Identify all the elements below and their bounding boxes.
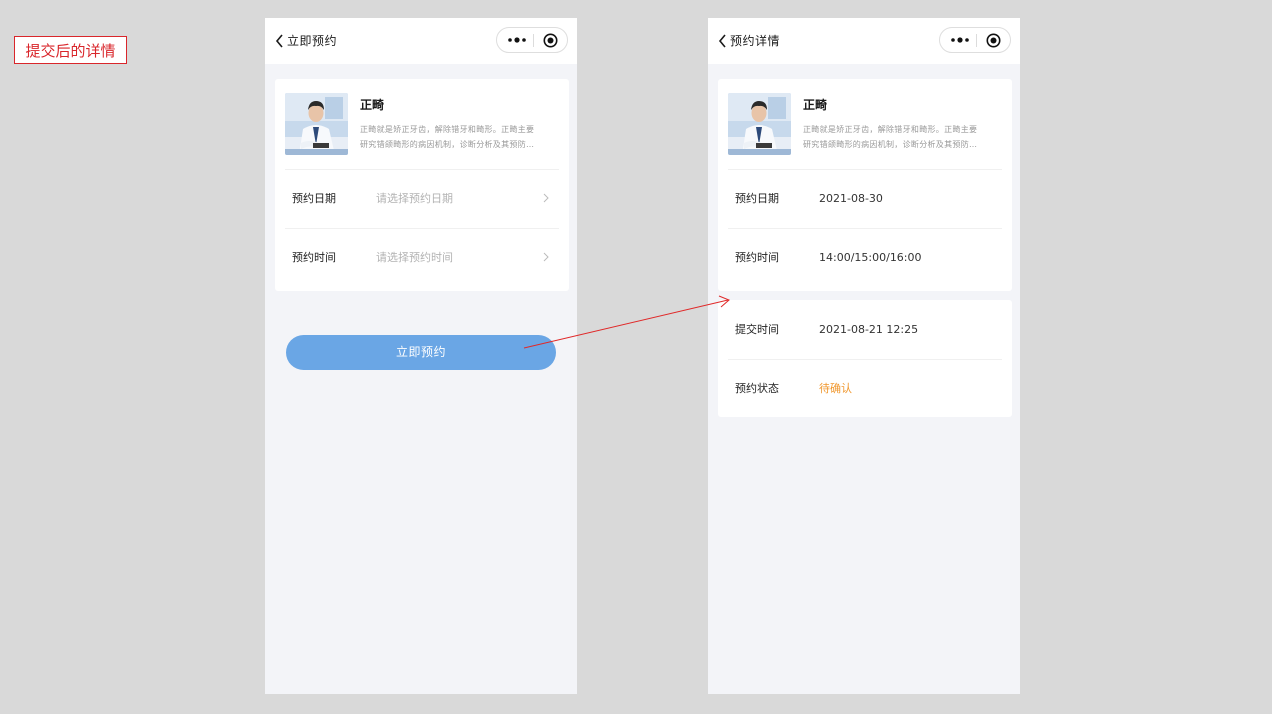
submission-card: 提交时间 2021-08-21 12:25 预约状态 待确认	[718, 300, 1012, 417]
page-title: 预约详情	[730, 34, 781, 48]
date-placeholder: 请选择预约日期	[376, 192, 453, 205]
time-value: 14:00/15:00/16:00	[819, 251, 922, 264]
doctor-name: 正畸	[803, 98, 828, 112]
doctor-description-line: 研究错颌畸形的病因机制，诊断分析及其预防…	[360, 140, 535, 149]
booking-date-row: 预约日期 2021-08-30	[728, 169, 1002, 228]
chevron-right-icon	[543, 252, 549, 262]
annotation-arrow	[523, 295, 730, 349]
doctor-name: 正畸	[360, 98, 385, 112]
booking-screen: 立即预约 正畸 正畸就是矫正牙齿，解除错牙和畸形。正畸主要 研究错颌畸形的病因机…	[265, 18, 577, 694]
book-now-button[interactable]: 立即预约	[286, 335, 556, 370]
time-placeholder: 请选择预约时间	[376, 251, 453, 264]
time-label: 预约时间	[292, 251, 336, 264]
status-badge: 待确认	[819, 382, 852, 395]
status-label: 预约状态	[735, 382, 779, 395]
doctor-description-line: 正畸就是矫正牙齿，解除错牙和畸形。正畸主要	[803, 125, 978, 134]
doctor-info: 正畸 正畸就是矫正牙齿，解除错牙和畸形。正畸主要 研究错颌畸形的病因机制，诊断分…	[285, 93, 560, 169]
submit-time-label: 提交时间	[735, 323, 779, 336]
booking-detail-screen: 预约详情 正畸 正畸就是矫正牙齿，解除错牙和畸形。正畸主要 研究错颌畸形的病因机…	[708, 18, 1020, 694]
nav-bar: 预约详情	[708, 18, 1020, 64]
date-label: 预约日期	[735, 192, 779, 205]
booking-form-card: 正畸 正畸就是矫正牙齿，解除错牙和畸形。正畸主要 研究错颌畸形的病因机制，诊断分…	[275, 79, 569, 291]
date-label: 预约日期	[292, 192, 336, 205]
status-row: 预约状态 待确认	[728, 359, 1002, 418]
doctor-description-line: 研究错颌畸形的病因机制，诊断分析及其预防…	[803, 140, 978, 149]
chevron-left-icon[interactable]	[717, 33, 731, 49]
target-circle-icon[interactable]	[543, 33, 558, 48]
nav-bar: 立即预约	[265, 18, 577, 64]
booking-time-row: 预约时间 14:00/15:00/16:00	[728, 228, 1002, 287]
capsule-divider	[533, 34, 534, 47]
chevron-right-icon	[543, 193, 549, 203]
booking-detail-card: 正畸 正畸就是矫正牙齿，解除错牙和畸形。正畸主要 研究错颌畸形的病因机制，诊断分…	[718, 79, 1012, 291]
date-value: 2021-08-30	[819, 192, 883, 205]
capsule-divider	[976, 34, 977, 47]
time-picker-row[interactable]: 预约时间 请选择预约时间	[285, 228, 559, 287]
capsule-menu	[939, 27, 1011, 53]
annotation-label: 提交后的详情	[14, 36, 127, 64]
more-dots-icon[interactable]	[950, 35, 970, 45]
doctor-description: 正畸就是矫正牙齿，解除错牙和畸形。正畸主要 研究错颌畸形的病因机制，诊断分析及其…	[360, 122, 552, 152]
target-circle-icon[interactable]	[986, 33, 1001, 48]
capsule-menu	[496, 27, 568, 53]
time-label: 预约时间	[735, 251, 779, 264]
date-picker-row[interactable]: 预约日期 请选择预约日期	[285, 169, 559, 228]
chevron-left-icon[interactable]	[274, 33, 288, 49]
doctor-avatar-image	[285, 93, 348, 155]
more-dots-icon[interactable]	[507, 35, 527, 45]
page-title: 立即预约	[287, 34, 338, 48]
doctor-avatar-image	[728, 93, 791, 155]
submit-time-value: 2021-08-21 12:25	[819, 323, 919, 336]
doctor-description: 正畸就是矫正牙齿，解除错牙和畸形。正畸主要 研究错颌畸形的病因机制，诊断分析及其…	[803, 122, 995, 152]
doctor-description-line: 正畸就是矫正牙齿，解除错牙和畸形。正畸主要	[360, 125, 535, 134]
submit-time-row: 提交时间 2021-08-21 12:25	[728, 300, 1002, 358]
doctor-info: 正畸 正畸就是矫正牙齿，解除错牙和畸形。正畸主要 研究错颌畸形的病因机制，诊断分…	[728, 93, 1003, 169]
